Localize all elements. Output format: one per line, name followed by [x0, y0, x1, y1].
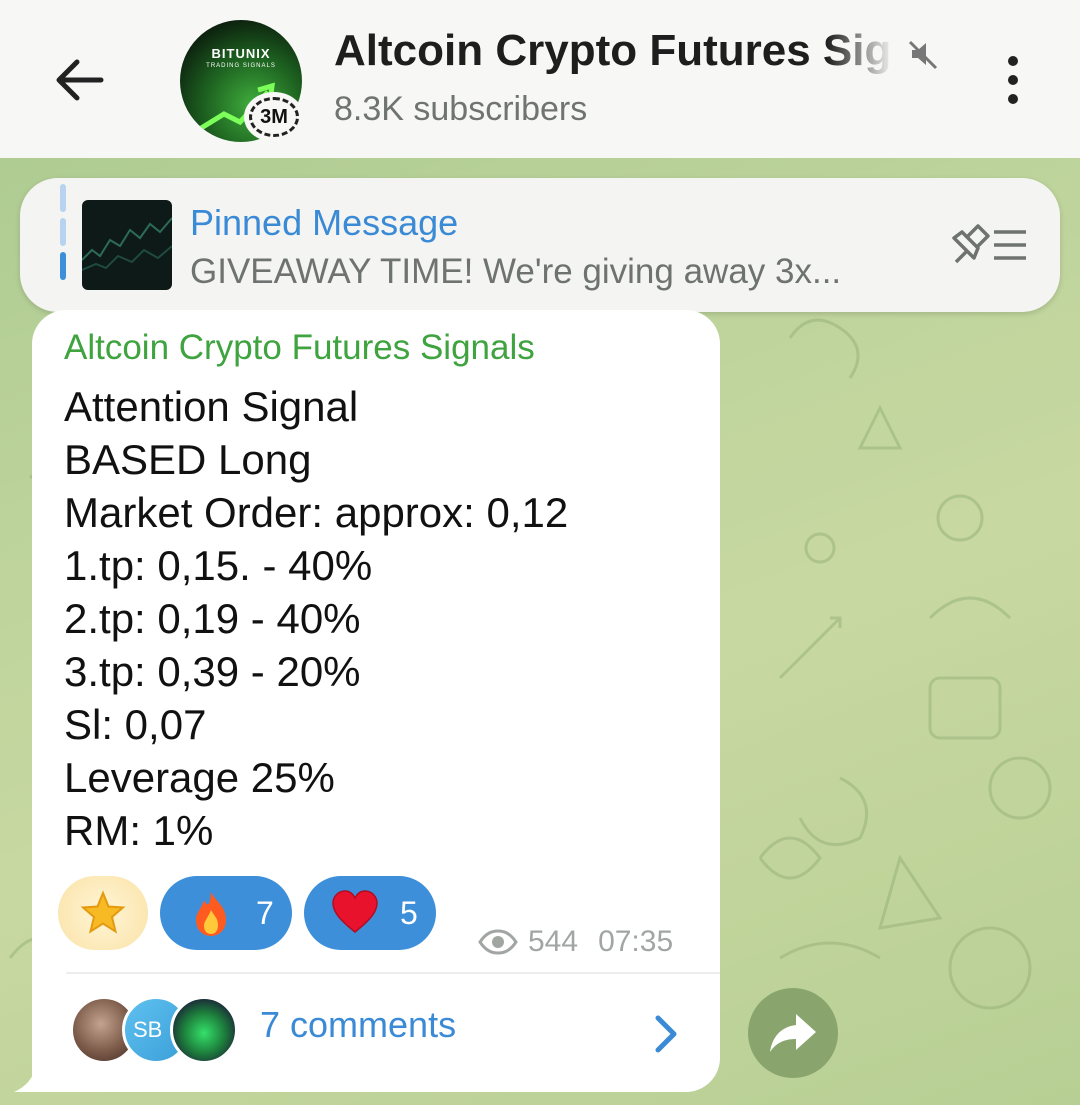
pinned-position-indicator	[60, 184, 66, 292]
pinned-message-bar[interactable]: Pinned Message GIVEAWAY TIME! We're givi…	[20, 178, 1060, 312]
more-options-button[interactable]	[990, 52, 1036, 108]
fire-icon	[196, 892, 226, 936]
pin-list-icon[interactable]	[948, 222, 1030, 268]
chevron-right-icon	[655, 1015, 677, 1053]
message-line: 3.tp: 0,39 - 20%	[64, 648, 361, 695]
message-line: Market Order: approx: 0,12	[64, 489, 569, 536]
share-arrow-icon	[770, 1014, 816, 1052]
message-line: Leverage 25%	[64, 754, 335, 801]
star-icon	[80, 890, 126, 934]
message-line: Sl: 0,07	[64, 701, 207, 748]
back-button[interactable]	[44, 48, 114, 112]
message-line: 2.tp: 0,19 - 40%	[64, 595, 361, 642]
message-time: 07:35	[598, 925, 674, 958]
eye-icon	[478, 929, 518, 955]
channel-avatar[interactable]: BITUNIX TRADING SIGNALS 3M	[180, 20, 304, 142]
more-vertical-icon	[1008, 56, 1018, 66]
pinned-title: Pinned Message	[190, 202, 459, 243]
message-bubble[interactable]: Altcoin Crypto Futures Signals Attention…	[32, 310, 720, 1092]
star-reaction[interactable]	[58, 876, 148, 950]
message-line: RM: 1%	[64, 807, 214, 854]
heart-reaction[interactable]: 5	[304, 876, 436, 950]
message-line: Attention Signal	[64, 383, 359, 430]
fire-reaction-count: 7	[256, 894, 274, 931]
comments-count-label: 7 comments	[260, 1004, 457, 1045]
chart-thumbnail-icon	[82, 217, 172, 271]
speaker-muted-icon	[908, 40, 938, 70]
share-button[interactable]	[748, 988, 838, 1078]
comments-button[interactable]: SB 7 comments	[32, 974, 720, 1092]
pinned-thumbnail	[82, 200, 172, 290]
story-badge-label: 3M	[249, 97, 299, 137]
subscriber-count: 8.3K subscribers	[334, 90, 588, 128]
avatar-brand-sub: TRADING SIGNALS	[206, 63, 276, 69]
message-meta: 544 07:35	[478, 922, 673, 962]
reactions: 7 5	[58, 876, 478, 950]
fire-reaction[interactable]: 7	[160, 876, 292, 950]
commenter-initials: SB	[133, 1017, 163, 1042]
message-sender[interactable]: Altcoin Crypto Futures Signals	[64, 328, 535, 368]
heart-icon	[332, 890, 378, 933]
story-badge: 3M	[244, 92, 304, 142]
commenter-avatar	[170, 996, 238, 1064]
arrow-left-icon	[56, 59, 104, 101]
view-count: 544	[528, 925, 579, 958]
chat-header: BITUNIX TRADING SIGNALS 3M Altcoin Crypt…	[0, 0, 1080, 158]
channel-title[interactable]: Altcoin Crypto Futures Signals	[334, 26, 894, 80]
pinned-text: GIVEAWAY TIME! We're giving away 3x...	[190, 252, 842, 291]
heart-reaction-count: 5	[400, 894, 418, 931]
message-text: Attention Signal BASED Long Market Order…	[64, 380, 704, 857]
avatar-brand: BITUNIX	[211, 46, 271, 61]
message-line: 1.tp: 0,15. - 40%	[64, 542, 373, 589]
message-line: BASED Long	[64, 436, 312, 483]
star-reaction-circle	[58, 876, 148, 950]
